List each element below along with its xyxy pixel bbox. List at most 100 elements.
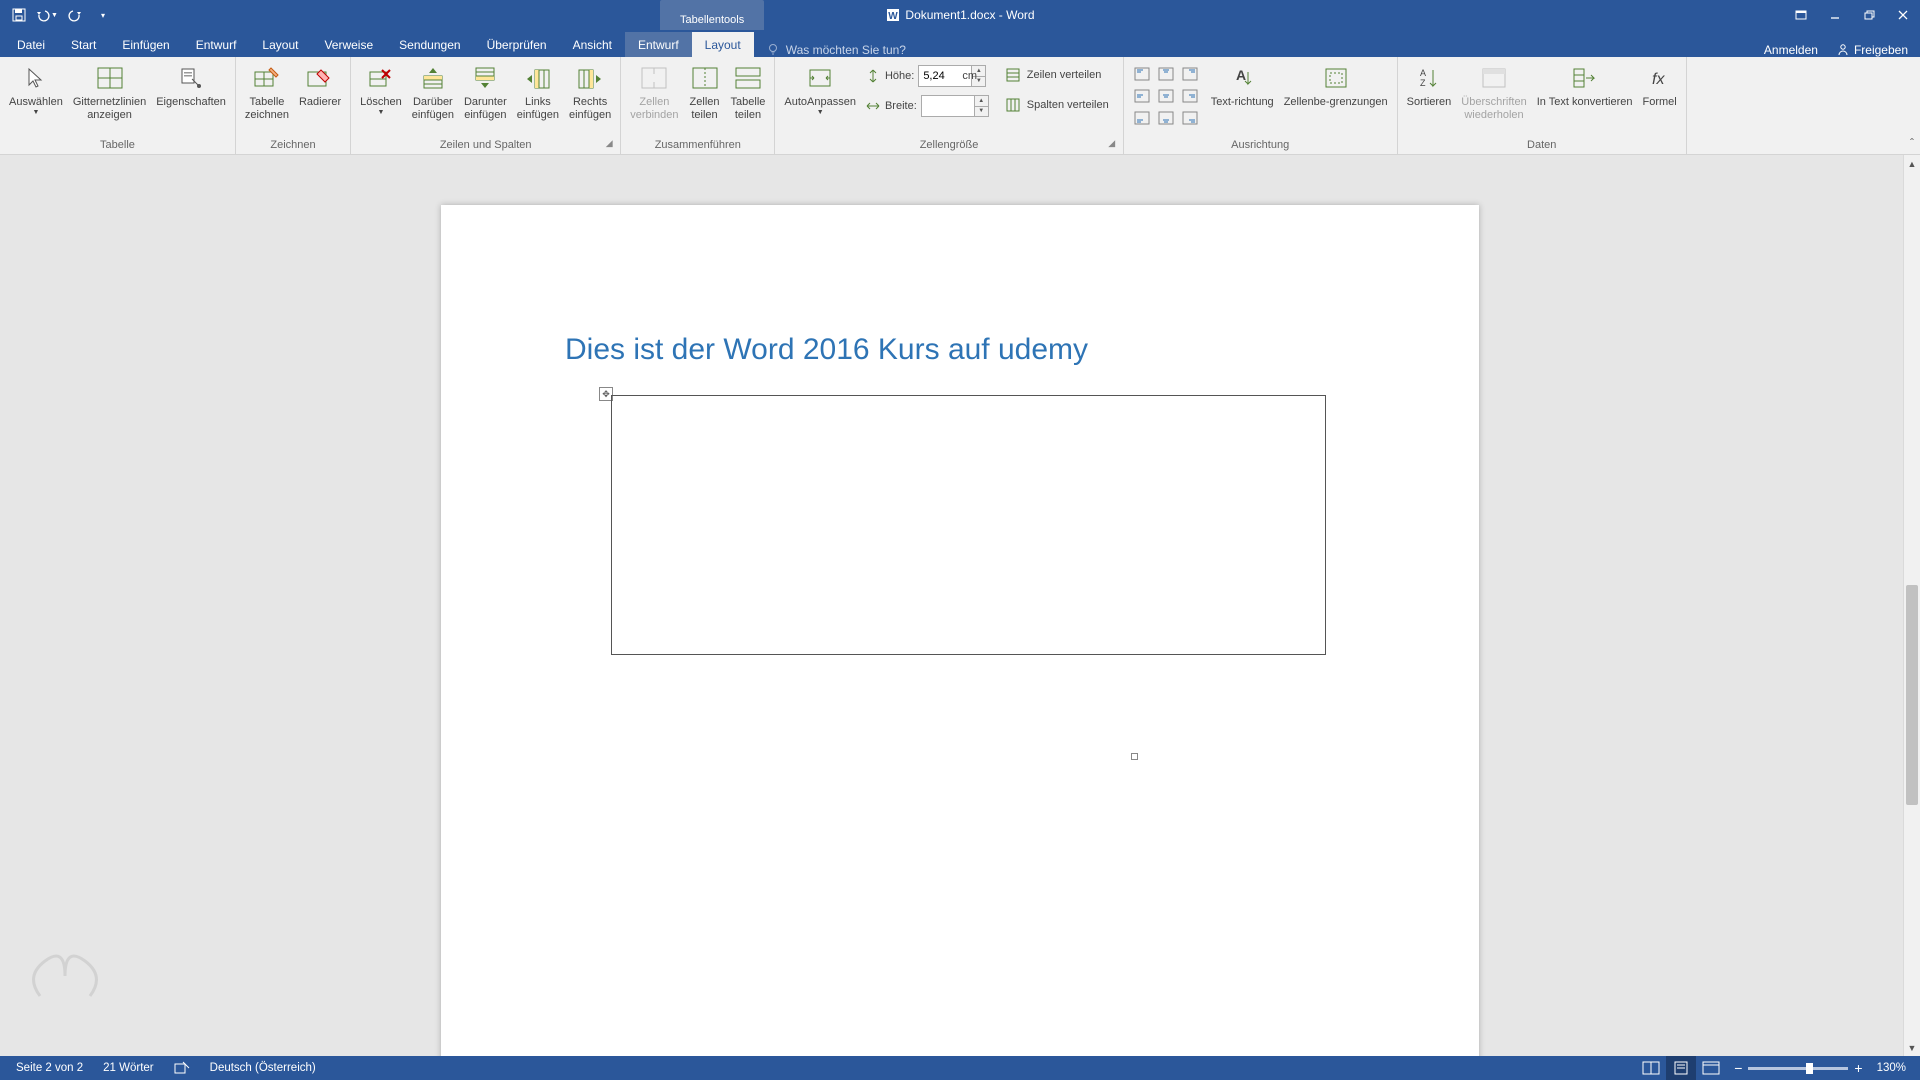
- tab-references[interactable]: Verweise: [311, 32, 386, 57]
- align-mid-center[interactable]: [1154, 85, 1178, 107]
- align-mid-left[interactable]: [1130, 85, 1154, 107]
- document-table[interactable]: [611, 395, 1326, 655]
- save-icon: [12, 8, 26, 22]
- signin-link[interactable]: Anmelden: [1764, 43, 1818, 57]
- qat-customize-button[interactable]: ▾: [90, 1, 116, 29]
- minimize-button[interactable]: [1818, 0, 1852, 30]
- status-language[interactable]: Deutsch (Österreich): [200, 1056, 326, 1080]
- height-spinner[interactable]: ▲▼: [972, 65, 986, 87]
- view-gridlines-button[interactable]: Gitternetzlinienanzeigen: [68, 59, 151, 121]
- group-draw: Tabellezeichnen Radierer Zeichnen: [236, 57, 351, 154]
- contextual-tab-group: Tabellentools: [660, 0, 764, 30]
- status-proofing[interactable]: [164, 1056, 200, 1080]
- zoom-in-button[interactable]: +: [1854, 1060, 1862, 1076]
- width-label: Breite:: [885, 100, 917, 112]
- undo-button[interactable]: ▼: [34, 1, 60, 29]
- insert-left-label: Linkseinfügen: [517, 96, 559, 121]
- svg-text:W: W: [889, 11, 899, 22]
- insert-below-button[interactable]: Daruntereinfügen: [459, 59, 512, 121]
- tab-table-design[interactable]: Entwurf: [625, 32, 692, 57]
- maximize-button[interactable]: [1852, 0, 1886, 30]
- align-top-center[interactable]: [1154, 63, 1178, 85]
- scroll-thumb[interactable]: [1906, 585, 1918, 805]
- autofit-button[interactable]: AutoAnpassen ▼: [779, 59, 861, 117]
- status-words[interactable]: 21 Wörter: [93, 1056, 164, 1080]
- group-draw-label: Zeichnen: [270, 139, 315, 151]
- distribute-cols-label: Spalten verteilen: [1027, 99, 1109, 111]
- split-table-button[interactable]: Tabelleteilen: [726, 59, 771, 121]
- align-bot-center[interactable]: [1154, 107, 1178, 129]
- document-heading[interactable]: Dies ist der Word 2016 Kurs auf udemy: [565, 333, 1088, 367]
- align-bot-right[interactable]: [1178, 107, 1202, 129]
- tell-me-placeholder: Was möchten Sie tun?: [786, 43, 906, 57]
- save-button[interactable]: [6, 1, 32, 29]
- vertical-scrollbar[interactable]: ▲ ▼: [1903, 155, 1920, 1056]
- insert-left-button[interactable]: Linkseinfügen: [512, 59, 564, 121]
- insert-above-label: Darübereinfügen: [412, 96, 454, 121]
- delete-icon: [368, 66, 394, 90]
- quick-access-toolbar: ▼ ▾: [0, 0, 116, 30]
- view-gridlines-label: Gitternetzlinienanzeigen: [73, 96, 146, 121]
- align-bot-left[interactable]: [1130, 107, 1154, 129]
- delete-button[interactable]: Löschen ▼: [355, 59, 407, 117]
- tab-insert[interactable]: Einfügen: [109, 32, 182, 57]
- status-page[interactable]: Seite 2 von 2: [6, 1056, 93, 1080]
- repeat-header-label: Überschriftenwiederholen: [1461, 96, 1526, 121]
- formula-button[interactable]: fx Formel: [1638, 59, 1682, 109]
- width-input[interactable]: [921, 95, 975, 117]
- zoom-slider-thumb[interactable]: [1806, 1063, 1813, 1074]
- align-top-right[interactable]: [1178, 63, 1202, 85]
- zoom-out-button[interactable]: −: [1734, 1060, 1742, 1076]
- tell-me-search[interactable]: Was möchten Sie tun?: [754, 43, 918, 57]
- repeat-header-button: Überschriftenwiederholen: [1456, 59, 1531, 121]
- distribute-rows-button[interactable]: Zeilen verteilen: [999, 63, 1115, 87]
- distribute-cols-button[interactable]: Spalten verteilen: [999, 93, 1115, 117]
- insert-above-button[interactable]: Darübereinfügen: [407, 59, 459, 121]
- ribbon-display-options-button[interactable]: [1784, 0, 1818, 30]
- align-mid-right[interactable]: [1178, 85, 1202, 107]
- tab-layout[interactable]: Layout: [249, 32, 311, 57]
- zoom-level[interactable]: 130%: [1877, 1062, 1906, 1074]
- tab-start[interactable]: Start: [58, 32, 109, 57]
- text-direction-button[interactable]: A Text-richtung: [1206, 59, 1279, 109]
- close-button[interactable]: [1886, 0, 1920, 30]
- split-cells-button[interactable]: Zellenteilen: [684, 59, 726, 121]
- svg-text:A: A: [1420, 68, 1426, 78]
- document-page[interactable]: Dies ist der Word 2016 Kurs auf udemy ✥: [441, 205, 1479, 1056]
- convert-to-text-button[interactable]: In Text konvertieren: [1532, 59, 1638, 109]
- zoom-slider[interactable]: [1748, 1067, 1848, 1070]
- rows-cols-launcher[interactable]: ◢: [602, 138, 616, 152]
- width-spinner[interactable]: ▲▼: [975, 95, 989, 117]
- repeat-header-icon: [1481, 67, 1507, 89]
- contextual-tab-group-label: Tabellentools: [680, 14, 744, 30]
- tab-file[interactable]: Datei: [4, 32, 58, 57]
- view-web-layout[interactable]: [1696, 1056, 1726, 1080]
- merge-cells-button: Zellenverbinden: [625, 59, 683, 121]
- cell-margins-button[interactable]: Zellenbe-grenzungen: [1279, 59, 1393, 109]
- cellsize-launcher[interactable]: ◢: [1105, 138, 1119, 152]
- tab-view[interactable]: Ansicht: [560, 32, 625, 57]
- document-workspace: Dies ist der Word 2016 Kurs auf udemy ✥ …: [0, 155, 1920, 1056]
- align-tr-icon: [1182, 67, 1198, 81]
- properties-button[interactable]: Eigenschaften: [151, 59, 231, 109]
- tab-design[interactable]: Entwurf: [183, 32, 250, 57]
- select-button[interactable]: Auswählen ▼: [4, 59, 68, 117]
- scroll-up-button[interactable]: ▲: [1904, 155, 1920, 172]
- scroll-down-button[interactable]: ▼: [1904, 1039, 1920, 1056]
- draw-table-button[interactable]: Tabellezeichnen: [240, 59, 294, 121]
- align-top-left[interactable]: [1130, 63, 1154, 85]
- height-input[interactable]: [918, 65, 972, 87]
- select-label: Auswählen: [9, 96, 63, 109]
- share-button[interactable]: Freigeben: [1836, 43, 1908, 57]
- eraser-button[interactable]: Radierer: [294, 59, 346, 109]
- collapse-ribbon-button[interactable]: ˆ: [1910, 136, 1914, 150]
- insert-right-button[interactable]: Rechtseinfügen: [564, 59, 616, 121]
- view-read-mode[interactable]: [1636, 1056, 1666, 1080]
- redo-button[interactable]: [62, 1, 88, 29]
- tab-review[interactable]: Überprüfen: [474, 32, 560, 57]
- tab-mailings[interactable]: Sendungen: [386, 32, 473, 57]
- group-alignment: A Text-richtung Zellenbe-grenzungen Ausr…: [1124, 57, 1398, 154]
- view-print-layout[interactable]: [1666, 1056, 1696, 1080]
- tab-table-layout[interactable]: Layout: [692, 32, 754, 57]
- sort-button[interactable]: AZ Sortieren: [1402, 59, 1457, 109]
